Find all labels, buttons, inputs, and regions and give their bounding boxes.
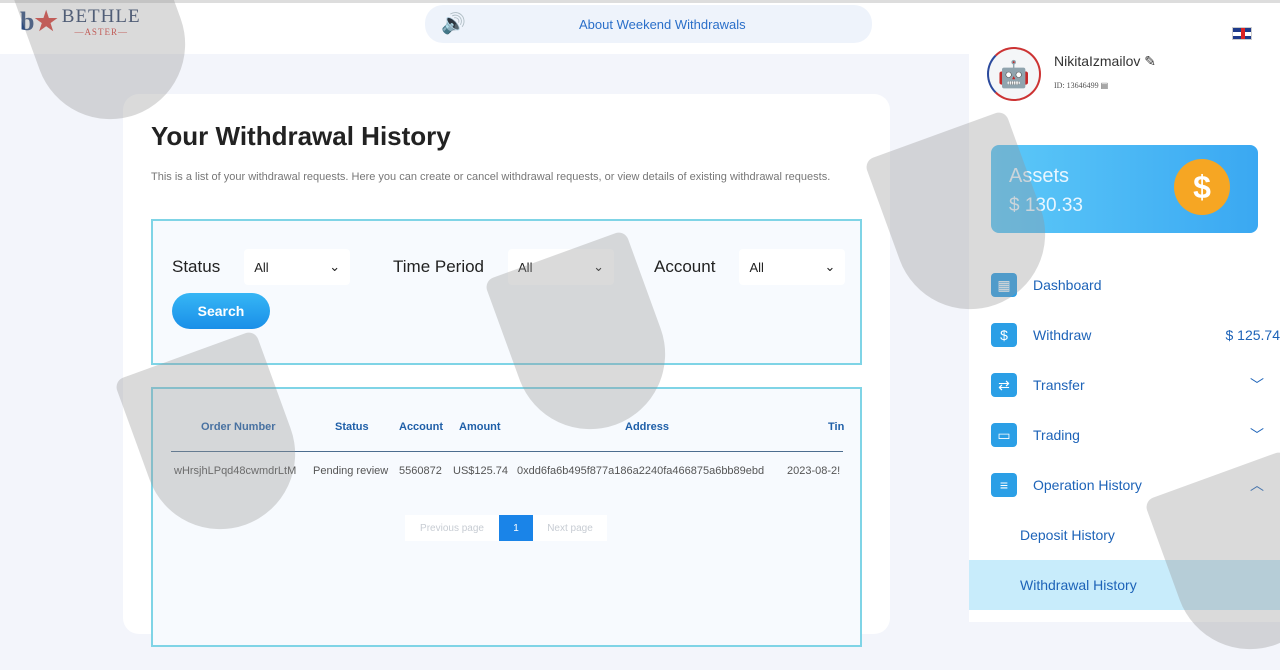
brand-sub: —ASTER—: [74, 27, 128, 37]
status-value: All: [254, 260, 268, 275]
filter-panel: Status All ⌄ Time Period All ⌄ Account All ⌄ S…: [151, 219, 862, 365]
previous-page-button[interactable]: Previous page: [405, 515, 499, 541]
withdrawal-history-card: Your Withdrawal History This is a list o…: [123, 94, 890, 634]
pagination: Previous page 1 Next page: [405, 515, 607, 541]
col-address: Address: [625, 421, 669, 433]
nav-operation-history[interactable]: ≡ Operation History ︿: [969, 460, 1280, 510]
chevron-down-icon: ⌄: [593, 259, 604, 275]
account-label: Account: [654, 257, 715, 277]
time-period-select[interactable]: All ⌄: [508, 249, 614, 285]
account-select[interactable]: All ⌄: [739, 249, 845, 285]
nav-deposit-history[interactable]: Deposit History: [969, 510, 1280, 560]
edit-icon[interactable]: ✎: [1144, 53, 1156, 69]
monitor-icon: ▭: [991, 423, 1017, 447]
nav-withdraw[interactable]: $ Withdraw $ 125.74: [969, 310, 1280, 360]
user-id-text: ID: 13646499: [1054, 81, 1099, 90]
nav-label: Operation History: [1033, 477, 1142, 493]
assets-card: Assets $ 130.33 $: [991, 145, 1258, 233]
chevron-up-icon: ︿: [1250, 475, 1264, 495]
sidebar: 🤖 NikitaIzmailov ✎ ID: 13646499 ▤ Assets…: [969, 40, 1280, 622]
nav-label: Withdrawal History: [1020, 577, 1137, 593]
status-label: Status: [172, 257, 220, 277]
col-status: Status: [335, 421, 369, 433]
nav-label: Trading: [1033, 427, 1080, 443]
page-title: Your Withdrawal History: [151, 121, 451, 152]
nav-dashboard[interactable]: ▦ Dashboard: [969, 260, 1280, 310]
nav-label: Withdraw: [1033, 327, 1091, 343]
col-amount: Amount: [459, 421, 501, 433]
transfer-icon: ⇄: [991, 373, 1017, 397]
status-select[interactable]: All ⌄: [244, 249, 350, 285]
dashboard-icon: ▦: [991, 273, 1017, 297]
username-text: NikitaIzmailov: [1054, 53, 1140, 69]
nav-label: Dashboard: [1033, 277, 1102, 293]
wallet-icon: $: [991, 323, 1017, 347]
time: 2023-08-2!: [787, 465, 840, 477]
status: Pending review: [313, 465, 388, 477]
withdrawal-table: Order Number Status Account Amount Addre…: [151, 387, 862, 647]
header-divider: [171, 451, 843, 452]
avatar[interactable]: 🤖: [987, 47, 1041, 101]
history-icon: ≡: [991, 473, 1017, 497]
chevron-down-icon: ﹀: [1250, 375, 1264, 395]
notice-link[interactable]: About Weekend Withdrawals: [579, 17, 746, 32]
page-1-button[interactable]: 1: [499, 515, 533, 541]
address: 0xdd6fa6b495f877a186a2240fa466875a6bb89e…: [517, 465, 764, 477]
money-bag-icon: $: [1174, 159, 1230, 215]
brand-logo[interactable]: b★ BETHLE—ASTER—: [20, 7, 141, 37]
nav-withdrawal-history[interactable]: Withdrawal History: [969, 560, 1280, 610]
assets-value: $ 130.33: [1009, 195, 1083, 217]
chevron-down-icon: ⌄: [825, 259, 836, 275]
logo-mark: b★: [20, 7, 58, 37]
time-period-label: Time Period: [393, 257, 484, 277]
search-button[interactable]: Search: [172, 293, 270, 329]
col-account: Account: [399, 421, 443, 433]
withdraw-amount: $ 125.74: [1226, 327, 1280, 343]
notice-banner[interactable]: 🔊 About Weekend Withdrawals: [425, 5, 872, 43]
order-number: wHrsjhLPqd48cwmdrLtM: [174, 465, 296, 477]
time-period-value: All: [518, 260, 532, 275]
user-id: ID: 13646499 ▤: [1054, 81, 1108, 90]
nav-trading[interactable]: ▭ Trading ﹀: [969, 410, 1280, 460]
uk-flag-icon[interactable]: [1232, 27, 1252, 40]
col-order-number: Order Number: [201, 421, 276, 433]
chevron-down-icon: ⌄: [329, 259, 340, 275]
speaker-icon: 🔊: [441, 11, 466, 36]
assets-label: Assets: [1009, 165, 1069, 188]
nav-label: Deposit History: [1020, 527, 1115, 543]
nav-transfer[interactable]: ⇄ Transfer ﹀: [969, 360, 1280, 410]
username: NikitaIzmailov ✎: [1054, 53, 1156, 70]
col-time: Tin: [828, 421, 844, 433]
page-description: This is a list of your withdrawal reques…: [151, 170, 831, 185]
brand-name: BETHLE: [62, 7, 141, 27]
nav-label: Transfer: [1033, 377, 1085, 393]
copy-icon[interactable]: ▤: [1101, 81, 1109, 90]
amount: US$125.74: [453, 465, 508, 477]
chevron-down-icon: ﹀: [1250, 425, 1264, 445]
next-page-button[interactable]: Next page: [533, 515, 607, 541]
account-value: All: [749, 260, 763, 275]
account: 5560872: [399, 465, 442, 477]
